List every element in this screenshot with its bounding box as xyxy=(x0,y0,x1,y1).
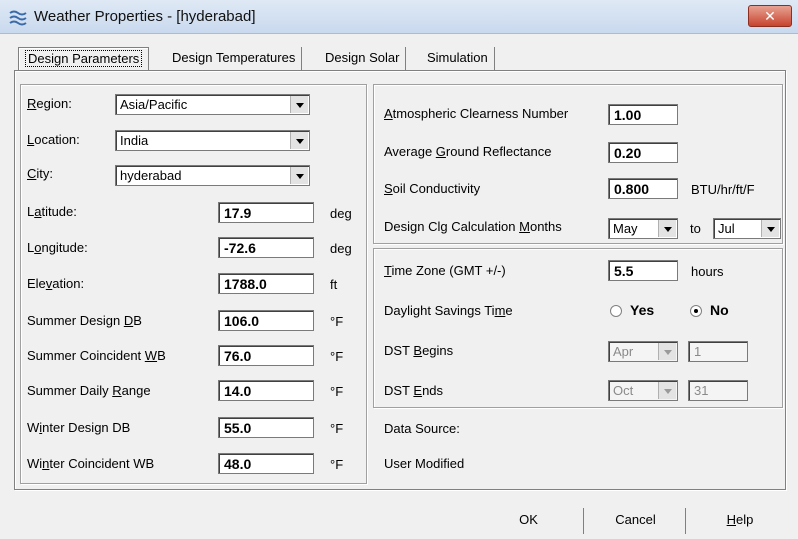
timezone-label: Time Zone (GMT +/-) xyxy=(384,263,506,278)
dst-ends-label: DST Ends xyxy=(384,383,444,398)
tab-design-solar[interactable]: Design Solar xyxy=(319,47,407,71)
latitude-field[interactable]: 17.9 xyxy=(218,202,314,223)
dst-no-radio[interactable]: No xyxy=(690,302,729,318)
chevron-down-icon[interactable] xyxy=(290,167,308,184)
soil-conductivity-field[interactable]: 0.800 xyxy=(608,178,678,199)
summer-daily-range-field[interactable]: 14.0 xyxy=(218,380,314,401)
window-title: Weather Properties - [hyderabad] xyxy=(34,8,256,25)
dst-begins-day-field: 1 xyxy=(688,341,748,362)
winter-coincident-wb-label: Winter Coincident WB xyxy=(27,456,155,471)
close-button[interactable]: ✕ xyxy=(748,5,792,27)
elevation-unit: ft xyxy=(330,277,338,292)
dst-begins-month-dropdown: Apr xyxy=(608,341,678,362)
summer-coincident-wb-field[interactable]: 76.0 xyxy=(218,345,314,366)
summer-design-db-label: Summer Design DB xyxy=(27,313,142,328)
longitude-label: Longitude: xyxy=(27,240,88,255)
reflectance-field[interactable]: 0.20 xyxy=(608,142,678,163)
winter-design-db-unit: °F xyxy=(330,421,344,436)
soil-conductivity-unit: BTU/hr/ft/F xyxy=(691,182,755,197)
region-dropdown[interactable]: Asia/Pacific xyxy=(115,94,310,115)
to-label: to xyxy=(690,221,701,236)
chevron-down-icon xyxy=(658,343,676,360)
data-source-label: Data Source: xyxy=(384,421,460,436)
dst-yes-radio[interactable]: Yes xyxy=(610,302,654,318)
tab-design-temperatures[interactable]: Design Temperatures xyxy=(166,47,303,71)
dst-begins-label: DST Begins xyxy=(384,343,454,358)
calc-month-from-dropdown[interactable]: May xyxy=(608,218,678,239)
summer-coincident-wb-label: Summer Coincident WB xyxy=(27,348,166,363)
summer-daily-range-label: Summer Daily Range xyxy=(27,383,151,398)
reflectance-label: Average Ground Reflectance xyxy=(384,144,552,159)
timezone-field[interactable]: 5.5 xyxy=(608,260,678,281)
weather-icon xyxy=(9,10,27,26)
ok-button[interactable]: OK xyxy=(474,508,584,534)
longitude-field[interactable]: -72.6 xyxy=(218,237,314,258)
chevron-down-icon[interactable] xyxy=(290,132,308,149)
tab-simulation[interactable]: Simulation xyxy=(421,47,495,71)
chevron-down-icon[interactable] xyxy=(290,96,308,113)
elevation-label: Elevation: xyxy=(27,276,85,291)
clearness-field[interactable]: 1.00 xyxy=(608,104,678,125)
location-label: Location: xyxy=(27,132,80,147)
longitude-unit: deg xyxy=(330,241,352,256)
dst-ends-day-field: 31 xyxy=(688,380,748,401)
winter-coincident-wb-unit: °F xyxy=(330,457,344,472)
dst-label: Daylight Savings Time xyxy=(384,303,513,318)
winter-design-db-field[interactable]: 55.0 xyxy=(218,417,314,438)
cancel-button[interactable]: Cancel xyxy=(586,508,686,534)
radio-off-icon xyxy=(610,305,622,317)
dst-ends-month-dropdown: Oct xyxy=(608,380,678,401)
calc-month-to-dropdown[interactable]: Jul xyxy=(713,218,781,239)
latitude-label: Latitude: xyxy=(27,204,77,219)
elevation-field[interactable]: 1788.0 xyxy=(218,273,314,294)
city-label: City: xyxy=(27,166,54,181)
winter-coincident-wb-field[interactable]: 48.0 xyxy=(218,453,314,474)
summer-design-db-unit: °F xyxy=(330,314,344,329)
help-button[interactable]: Help xyxy=(688,508,792,534)
winter-design-db-label: Winter Design DB xyxy=(27,420,131,435)
close-icon: ✕ xyxy=(764,8,776,24)
location-dropdown[interactable]: India xyxy=(115,130,310,151)
tab-design-parameters[interactable]: Design Parameters xyxy=(18,47,150,71)
chevron-down-icon xyxy=(658,382,676,399)
timezone-unit: hours xyxy=(691,264,724,279)
summer-coincident-wb-unit: °F xyxy=(330,349,344,364)
region-label: Region: xyxy=(27,96,72,111)
chevron-down-icon[interactable] xyxy=(761,220,779,237)
clearness-label: Atmospheric Clearness Number xyxy=(384,106,569,121)
radio-on-icon xyxy=(690,305,702,317)
summer-design-db-field[interactable]: 106.0 xyxy=(218,310,314,331)
soil-conductivity-label: Soil Conductivity xyxy=(384,181,481,196)
latitude-unit: deg xyxy=(330,206,352,221)
title-bar: Weather Properties - [hyderabad] ✕ xyxy=(0,0,798,34)
city-dropdown[interactable]: hyderabad xyxy=(115,165,310,186)
calc-months-label: Design Clg Calculation Months xyxy=(384,219,562,234)
summer-daily-range-unit: °F xyxy=(330,384,344,399)
user-modified-label: User Modified xyxy=(384,456,465,471)
chevron-down-icon[interactable] xyxy=(658,220,676,237)
